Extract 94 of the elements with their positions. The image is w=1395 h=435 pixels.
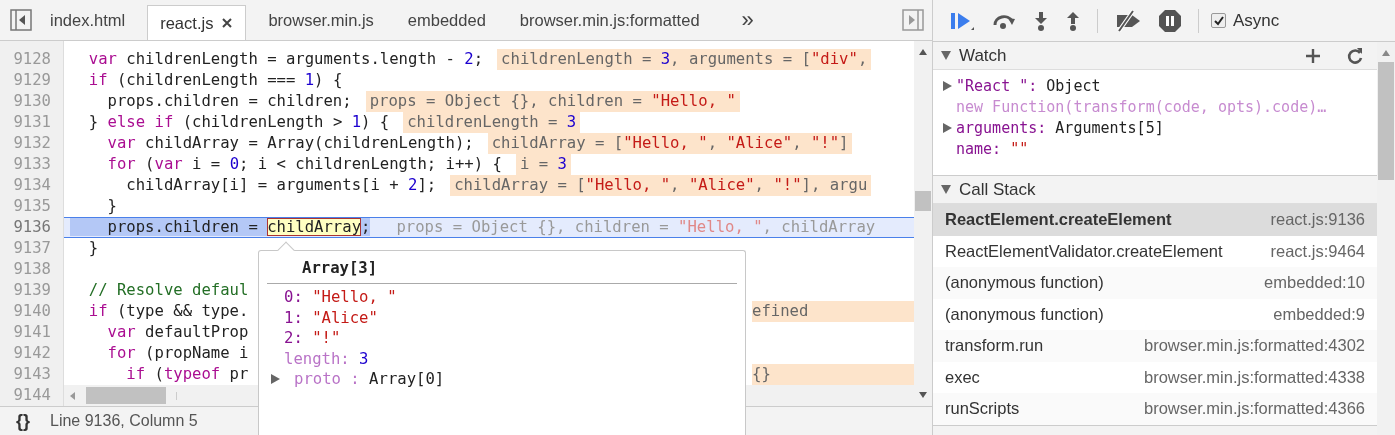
scroll-up-icon[interactable] <box>919 49 927 56</box>
code-line: var childrenLength = arguments.length - 2; <box>87 49 484 71</box>
code-line: if (childrenLength === 1) { <box>87 70 343 92</box>
scroll-down-icon[interactable] <box>919 392 927 399</box>
pretty-print-button[interactable]: {} <box>16 410 30 432</box>
hovered-expression: childArray <box>267 218 362 237</box>
add-icon[interactable] <box>1305 47 1321 64</box>
inline-value: childArray = ["Hello, ", "Alice", "!"], argu <box>450 175 872 197</box>
watch-expression: arguments: Arguments[5] <box>956 118 1164 139</box>
line-number: 9128 <box>12 49 52 71</box>
line-number: 9131 <box>12 112 52 134</box>
async-checkbox[interactable] <box>1211 13 1226 28</box>
section-header[interactable]: Watch <box>933 42 1377 70</box>
line-number: 9135 <box>12 196 52 218</box>
inline-value: efined <box>752 301 914 323</box>
line-number: 9133 <box>12 154 52 176</box>
scrollbar-thumb[interactable] <box>1378 62 1394 180</box>
vertical-scrollbar[interactable] <box>914 41 932 407</box>
inline-value: childrenLength = 3, arguments = ["div", <box>497 49 872 71</box>
line-number: 9129 <box>12 70 52 92</box>
scroll-up-icon[interactable] <box>1382 50 1390 56</box>
selected-code: props.children = <box>70 218 268 237</box>
code-line: if (type && type. <box>87 301 249 323</box>
code-line: if (typeof pr <box>125 364 249 386</box>
call-frame[interactable]: ReactElementValidator.createElement react.js:9464 <box>933 235 1377 267</box>
step-out-icon[interactable] <box>1065 9 1081 32</box>
file-tab[interactable]: browser.min.js:formatted <box>507 0 712 41</box>
section-header[interactable]: Call Stack <box>933 176 1377 204</box>
collapse-triangle-icon[interactable] <box>941 185 951 194</box>
inline-value: props = Object {}, children = "Hello, ", childArray <box>395 218 877 238</box>
code-line: } <box>106 196 117 218</box>
navigator-toggle-icon[interactable] <box>10 9 32 32</box>
code-line: var childArray = Array(childrenLength); <box>106 133 474 155</box>
file-tab[interactable]: react.js <box>147 5 247 41</box>
call-frame[interactable]: runScripts browser.min.js:formatted:4366 <box>933 393 1377 425</box>
call-frame[interactable]: transform.run browser.min.js:formatted:4302 <box>933 330 1377 362</box>
close-icon[interactable] <box>221 17 234 30</box>
inline-value: i = 3 <box>515 154 571 176</box>
code-line: } <box>87 238 99 260</box>
property-entry: 0: "Hello, " <box>284 287 397 308</box>
more-tabs-button[interactable]: » <box>741 7 754 34</box>
expand-triangle-icon[interactable] <box>943 123 952 133</box>
line-number: 9141 <box>12 322 52 344</box>
object-description: new Function(transform(code, opts).code)… <box>956 97 1327 118</box>
scrollbar-thumb[interactable] <box>86 387 166 405</box>
async-label[interactable]: Async <box>1233 10 1280 31</box>
line-number: 9143 <box>12 364 52 386</box>
line-number: 9132 <box>12 133 52 155</box>
expand-triangle-icon[interactable] <box>271 374 280 384</box>
scrollbar-thumb[interactable] <box>915 191 931 212</box>
code-line: childArray[i] = arguments[i + 2]; <box>125 175 437 197</box>
code-line: // Resolve defaul <box>87 280 249 302</box>
file-tab[interactable]: index.html <box>38 0 138 41</box>
vertical-scrollbar[interactable] <box>1377 42 1395 435</box>
line-number: 9134 <box>12 175 52 197</box>
file-tab[interactable]: embedded <box>395 0 498 41</box>
code-line: for (propName i <box>106 343 249 365</box>
selected-code: ; <box>361 218 371 237</box>
line-number: 9136 <box>12 217 52 239</box>
code-line: props.children = children; <box>106 91 352 113</box>
collapse-triangle-icon[interactable] <box>941 51 951 60</box>
inline-value: {} <box>752 364 914 386</box>
inline-value: props = Object {}, children = "Hello, " <box>365 91 740 113</box>
checkmark-icon <box>1212 14 1225 27</box>
cursor-position: Line 9136, Column 5 <box>50 412 198 431</box>
code-line: } else if (childrenLength > 1) { <box>87 112 390 134</box>
debugger-toggle-icon[interactable] <box>902 9 924 32</box>
call-frame[interactable]: (anonymous function) embedded:10 <box>933 267 1377 299</box>
property-entry: 2: "!" <box>284 328 341 349</box>
line-number: 9130 <box>12 91 52 113</box>
expand-triangle-icon[interactable] <box>943 81 952 91</box>
line-number: 9140 <box>12 301 52 323</box>
code-line: var defaultProp <box>106 322 249 344</box>
line-number: 9142 <box>12 343 52 365</box>
inline-value: childArray = ["Hello, ", "Alice", "!"] <box>487 133 853 155</box>
line-number: 9138 <box>12 259 52 281</box>
call-frame[interactable]: ReactElement.createElement react.js:9136 <box>933 204 1377 236</box>
property-entry: 1: "Alice" <box>284 307 378 328</box>
file-tab[interactable]: browser.min.js <box>256 0 386 41</box>
deactivate-breakpoints-icon[interactable] <box>1114 9 1142 32</box>
property-entry: proto : Array[0] <box>293 369 445 390</box>
inline-value: childrenLength = 3 <box>403 112 581 134</box>
step-into-icon[interactable] <box>1033 9 1049 32</box>
refresh-icon[interactable] <box>1347 46 1363 65</box>
pause-icon[interactable] <box>1158 8 1182 33</box>
call-frame[interactable]: exec browser.min.js:formatted:4338 <box>933 361 1377 393</box>
code-line: for (var i = 0; i < childrenLength; i++) { <box>106 154 502 176</box>
watch-expression: "React ": Object <box>956 76 1102 97</box>
property-entry: length: 3 <box>284 348 369 369</box>
watch-expression: name: "" <box>956 139 1029 160</box>
line-number: 9137 <box>12 238 52 260</box>
line-number: 9144 <box>12 385 52 407</box>
call-frame[interactable]: (anonymous function) embedded:9 <box>933 298 1377 330</box>
line-number: 9139 <box>12 280 52 302</box>
